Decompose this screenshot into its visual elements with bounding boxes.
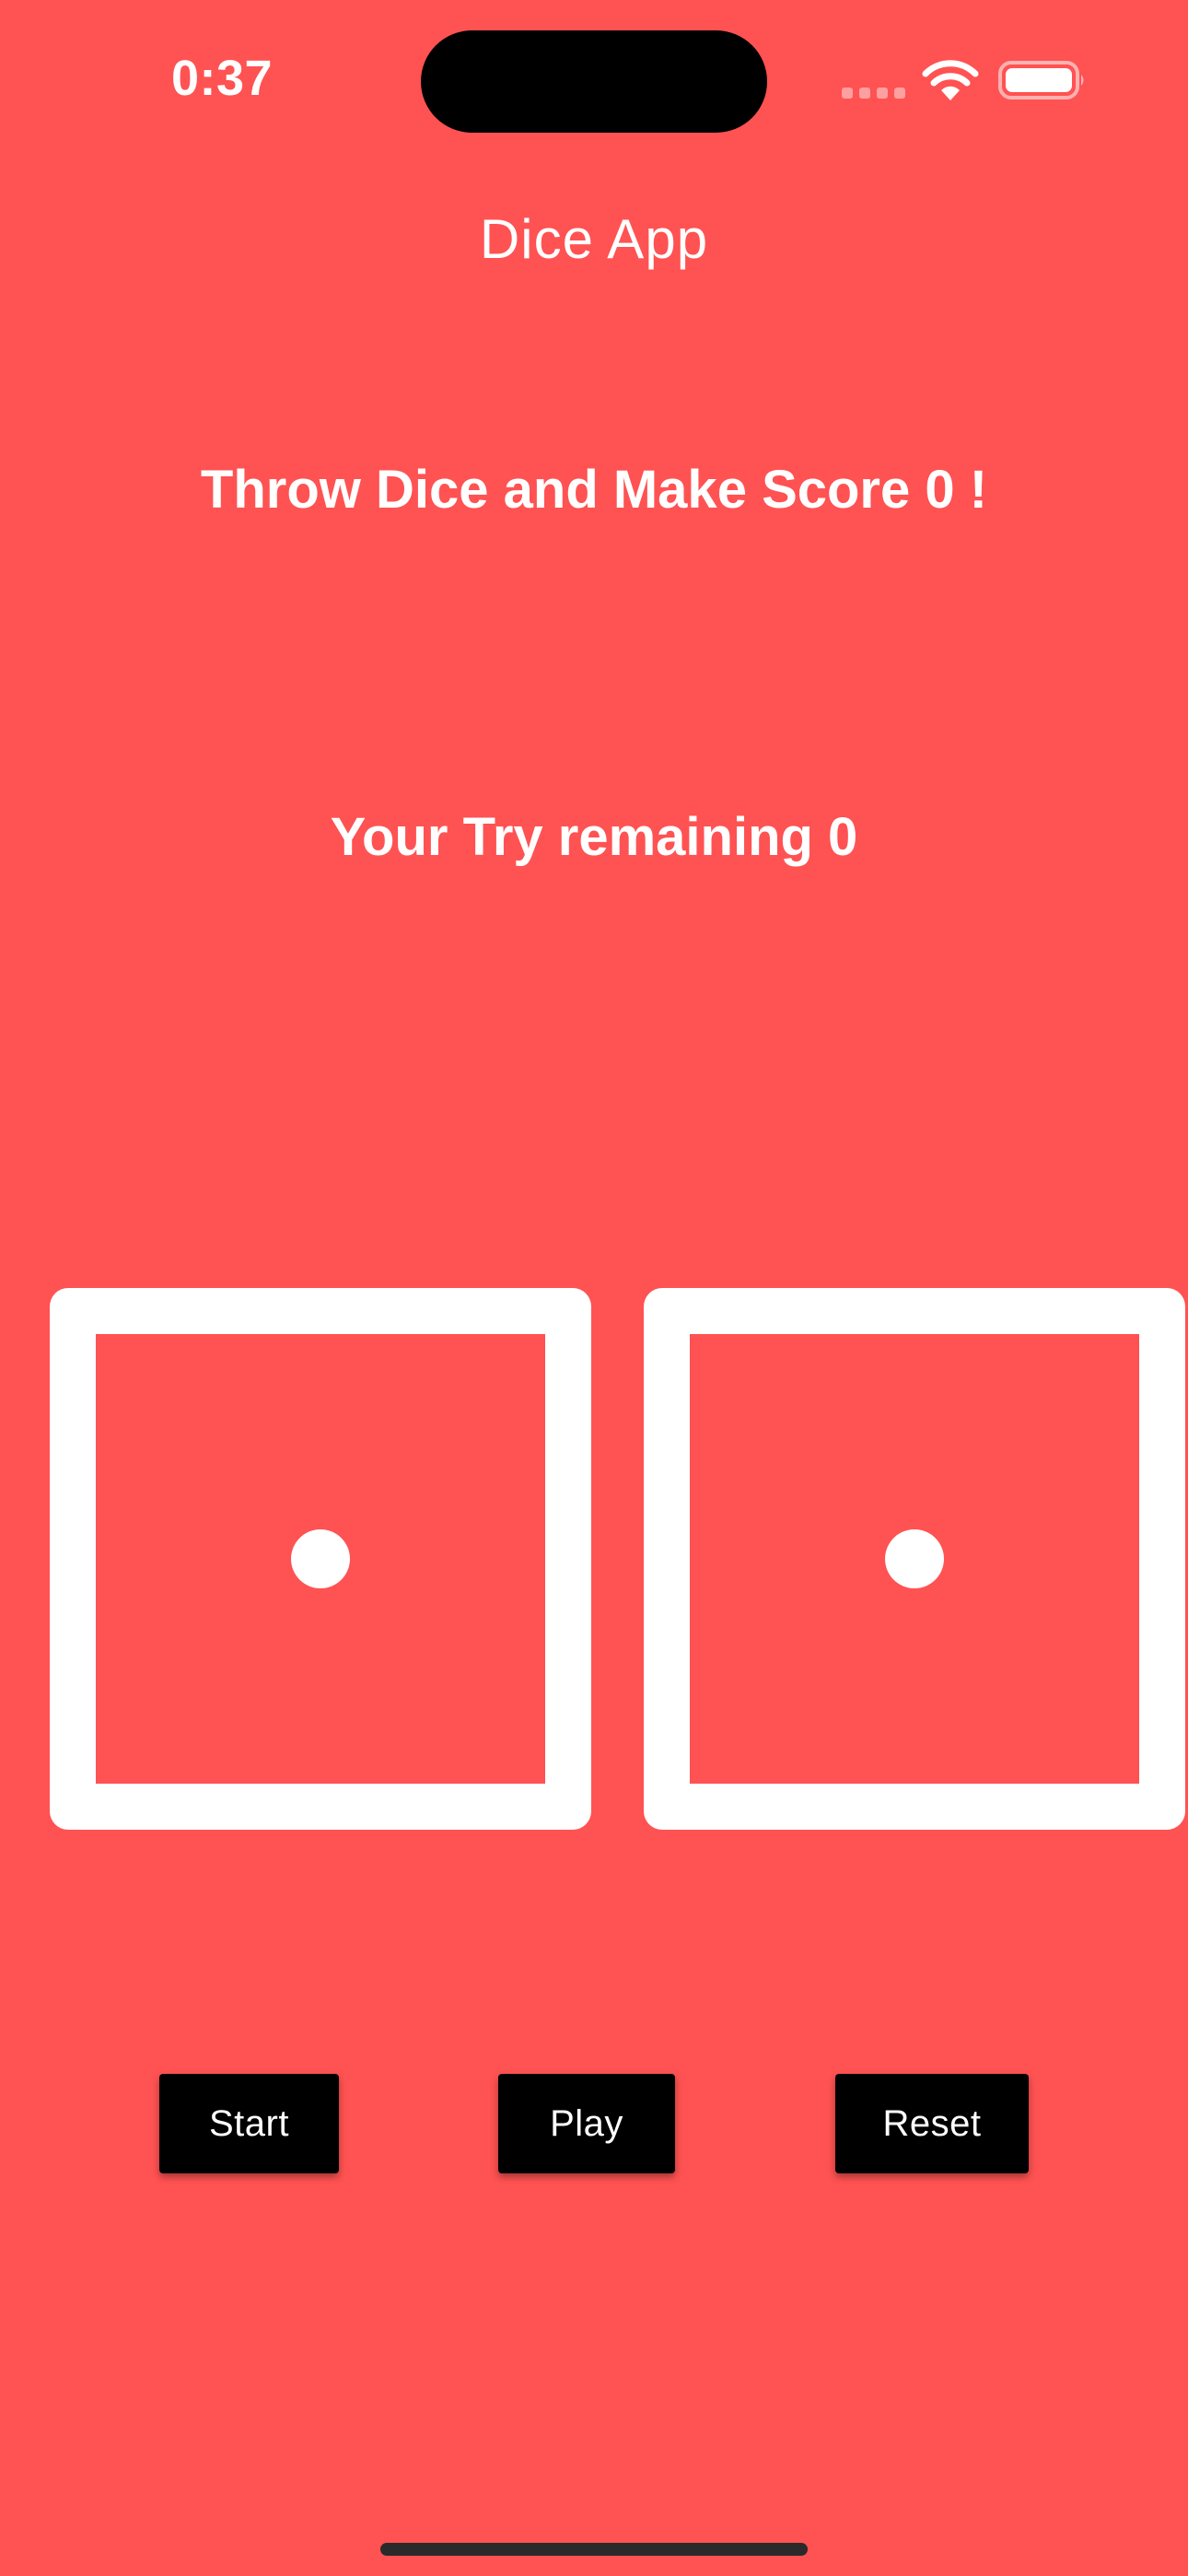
home-indicator[interactable] <box>380 2543 808 2556</box>
wifi-icon <box>922 60 979 100</box>
die-pip <box>885 1529 944 1588</box>
tries-remaining-text: Your Try remaining 0 <box>330 807 858 867</box>
play-button[interactable]: Play <box>498 2074 675 2173</box>
signal-icon <box>842 88 905 99</box>
status-time: 0:37 <box>171 51 274 106</box>
app-title: Dice App <box>479 208 709 270</box>
score-heading: Throw Dice and Make Score 0 ! <box>200 460 988 520</box>
dynamic-island <box>421 30 767 133</box>
battery-icon <box>998 61 1084 100</box>
die-pip <box>291 1529 350 1588</box>
start-button[interactable]: Start <box>159 2074 339 2173</box>
reset-button[interactable]: Reset <box>835 2074 1029 2173</box>
die-right <box>644 1288 1185 1830</box>
die-left <box>50 1288 591 1830</box>
